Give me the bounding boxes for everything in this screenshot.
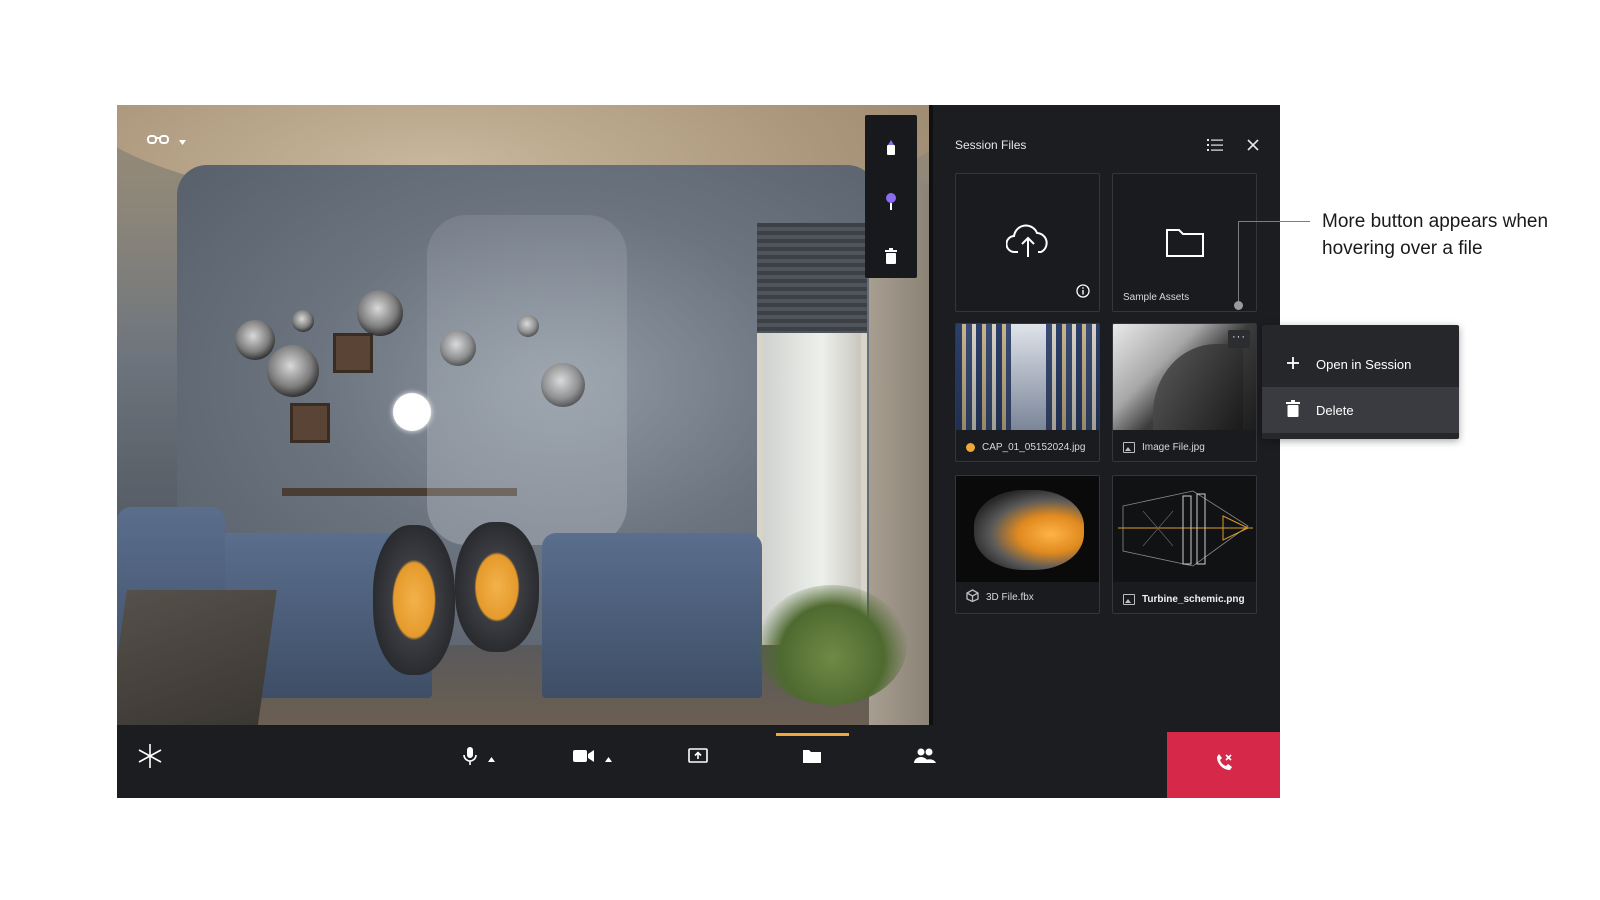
file-name: Turbine_schemic.png (1142, 594, 1245, 605)
folder-icon (1165, 226, 1205, 263)
session-files-header: Session Files (955, 135, 1262, 155)
more-button[interactable]: ··· (1228, 330, 1250, 348)
schematic-thumbnail (1113, 476, 1256, 582)
file-tile[interactable]: CAP_01_05152024.jpg (955, 323, 1100, 462)
end-call-icon (1214, 753, 1234, 778)
glasses-view-button[interactable] (147, 133, 186, 148)
open-in-session-item[interactable]: Open in Session (1262, 341, 1459, 387)
menu-item-label: Open in Session (1316, 356, 1412, 372)
microphone-button[interactable] (462, 743, 495, 773)
remote-session-app: Session Files Sample Assets CAP_01_05152… (117, 105, 1280, 798)
active-tab-indicator (776, 733, 849, 736)
annotation-tool-palette (865, 115, 917, 278)
chevron-down-icon (179, 133, 186, 148)
callout-dot (1234, 301, 1243, 310)
image-file-icon (1123, 442, 1135, 453)
close-icon[interactable] (1244, 136, 1262, 154)
folder-icon (802, 748, 822, 769)
folder-label: Sample Assets (1123, 292, 1190, 303)
warehouse-thumbnail (956, 324, 1099, 430)
upload-file-tile[interactable] (955, 173, 1100, 312)
cube-icon (966, 589, 979, 605)
panel-title: Session Files (955, 138, 1027, 152)
delete-item[interactable]: Delete (1262, 387, 1459, 433)
status-dot (966, 443, 975, 452)
video-feed[interactable] (117, 105, 929, 725)
end-call-button[interactable] (1167, 732, 1280, 798)
file-name: Image File.jpg (1142, 442, 1205, 453)
chevron-up-icon[interactable] (605, 749, 612, 767)
file-tile-hovered[interactable]: ··· Image File.jpg (1112, 323, 1257, 462)
file-name: 3D File.fbx (986, 591, 1034, 603)
glasses-icon (147, 133, 169, 148)
callout-line (1238, 221, 1239, 305)
sample-assets-folder[interactable]: Sample Assets (1112, 173, 1257, 312)
trash-icon (1286, 400, 1300, 420)
cloud-upload-icon (1005, 224, 1050, 263)
logo-icon (137, 742, 163, 775)
menu-item-label: Delete (1316, 402, 1354, 418)
chevron-up-icon[interactable] (488, 749, 495, 767)
trash-icon[interactable] (874, 239, 908, 273)
pen-tool-icon[interactable] (874, 131, 908, 165)
plus-icon (1286, 356, 1300, 373)
session-files-panel: Session Files Sample Assets CAP_01_05152… (929, 105, 1280, 725)
file-context-menu: Open in Session Delete (1262, 325, 1459, 439)
file-name: CAP_01_05152024.jpg (982, 442, 1086, 453)
camera-button[interactable] (573, 743, 612, 773)
participants-button[interactable] (914, 743, 936, 773)
screen-share-icon (688, 747, 708, 769)
pin-icon[interactable] (874, 185, 908, 219)
call-toolbar (117, 725, 1280, 798)
image-file-icon (1123, 594, 1135, 605)
annotation-text: More button appears when hovering over a… (1322, 211, 1549, 259)
list-view-icon[interactable] (1206, 136, 1224, 154)
3d-turbine-thumbnail (956, 476, 1099, 582)
files-button[interactable] (802, 743, 822, 773)
app-logo-button[interactable] (137, 743, 163, 773)
info-icon[interactable] (1076, 284, 1090, 303)
file-tile[interactable]: Turbine_schemic.png (1112, 475, 1257, 614)
file-tile[interactable]: 3D File.fbx (955, 475, 1100, 614)
video-camera-icon (573, 749, 595, 768)
callout-line (1238, 221, 1310, 222)
microphone-icon (462, 746, 478, 771)
people-icon (914, 748, 936, 769)
screen-share-button[interactable] (688, 743, 708, 773)
